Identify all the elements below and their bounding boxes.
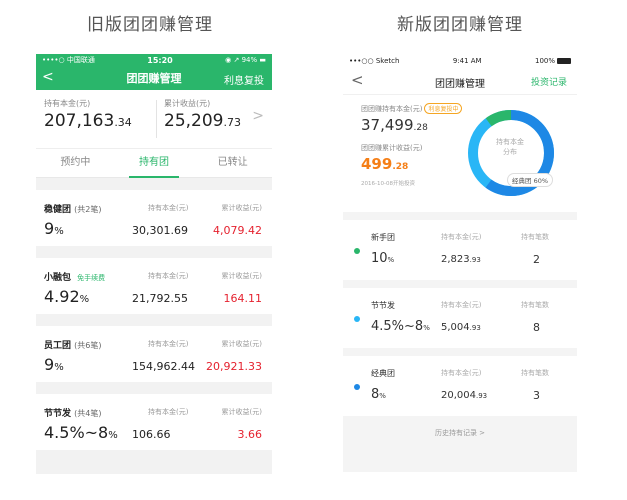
group-name: 节节发 (371, 301, 395, 310)
principal-value: 207,163.34 (44, 111, 132, 131)
donut-center-label: 持有本金 分布 (496, 138, 524, 156)
battery-icon (557, 58, 571, 64)
rate-value: 10% (371, 251, 395, 266)
new-phone-screen: •••○○ Sketch 9:41 AM 100% < 团团赚管理 投资记录 团… (343, 54, 577, 472)
holding-list: 稳健团 (共2笔) 持有本金(元) 累计收益(元) 9% 30,301.69 4,079.… (36, 190, 272, 450)
principal-header: 持有本金(元) (441, 301, 482, 309)
principal-value: 106.66 (132, 428, 171, 441)
principal-header: 持有本金(元) (441, 369, 482, 377)
status-bar: ••••○ 中国联通 15:20 ◉ ↗ 94% ▬ (36, 54, 272, 66)
income-value: 20,921.33 (206, 360, 262, 373)
battery-block: 100% (535, 57, 571, 65)
holding-card[interactable]: 员工团 (共6笔) 持有本金(元) 累计收益(元) 9% 154,962.44 20,92… (36, 326, 272, 382)
principal-value: 154,962.44 (132, 360, 195, 373)
fee-tag: 免手续费 (77, 274, 106, 282)
income-label: 团团赚累计收益(元) (361, 144, 423, 152)
time-text: 15:20 (147, 55, 173, 65)
new-version-title: 新版团团赚管理 (397, 15, 523, 35)
time-text: 9:41 AM (452, 57, 482, 65)
income-header: 累计收益(元) (221, 408, 262, 416)
history-records-link[interactable]: 历史持有记录 > (343, 416, 577, 456)
group-name: 员工团 (共6笔) (44, 341, 102, 351)
tab-bar: 预约中 持有团 已转让 (36, 148, 272, 178)
principal-value: 21,792.55 (132, 292, 188, 305)
count-value: 3 (533, 389, 540, 402)
rate-value: 4.5%~8% (371, 319, 430, 334)
group-name: 经典团 (371, 369, 395, 378)
rate-value: 4.5%~8% (44, 423, 118, 442)
count-value: 8 (533, 321, 540, 334)
series-dot-icon (354, 248, 360, 254)
principal-header: 持有本金(元) (148, 204, 189, 212)
principal-value: 2,823.93 (441, 254, 481, 265)
count-value: 2 (533, 253, 540, 266)
holding-card[interactable]: 稳健团 (共2笔) 持有本金(元) 累计收益(元) 9% 30,301.69 4,079.… (36, 190, 272, 246)
tab-item[interactable]: 已转让 (193, 149, 272, 177)
income-header: 累计收益(元) (221, 204, 262, 212)
holding-card[interactable]: 新手团 持有本金(元) 持有笔数 10% 2,823.93 2 (343, 220, 577, 280)
income-value: 4,079.42 (213, 224, 262, 237)
income-header: 累计收益(元) (221, 272, 262, 280)
old-phone-screen: ••••○ 中国联通 15:20 ◉ ↗ 94% ▬ < 团团赚管理 利息复投 … (36, 54, 272, 474)
principal-label: 团团赚持有本金(元) 利息复投中 (361, 103, 463, 114)
donut-tooltip: 经典团 60% (507, 173, 554, 187)
back-icon[interactable]: < (42, 69, 54, 85)
group-count: (共2笔) (74, 205, 102, 214)
principal-header: 持有本金(元) (148, 408, 189, 416)
holding-list: 新手团 持有本金(元) 持有笔数 10% 2,823.93 2 节节发 持有本金(元) 持有笔数… (343, 220, 577, 416)
tab-item[interactable]: 持有团 (115, 149, 194, 178)
principal-block: 持有本金(元) 207,163.34 (44, 98, 132, 131)
holding-card[interactable]: 节节发 (共4笔) 持有本金(元) 累计收益(元) 4.5%~8% 106.66 3.66 (36, 394, 272, 450)
principal-value: 20,004.93 (441, 390, 488, 401)
interest-reinvest-button[interactable]: 利息复投 (224, 72, 264, 87)
income-value: 25,209.73 (164, 111, 241, 131)
investment-records-link[interactable]: 投资记录 (531, 75, 567, 88)
principal-label: 持有本金(元) (44, 99, 91, 108)
divider (156, 100, 157, 138)
tab-item[interactable]: 预约中 (36, 149, 115, 177)
group-name: 稳健团 (共2笔) (44, 205, 102, 215)
rate-value: 8% (371, 387, 386, 402)
count-header: 持有笔数 (521, 369, 549, 377)
series-dot-icon (354, 316, 360, 322)
principal-value: 30,301.69 (132, 224, 188, 237)
principal-header: 持有本金(元) (148, 272, 189, 280)
rate-value: 9% (44, 355, 64, 374)
start-date-note: 2016-10-08开始投资 (361, 181, 415, 187)
summary-panel[interactable]: 持有本金(元) 207,163.34 累计收益(元) 25,209.73 > (36, 90, 272, 148)
group-name: 新手团 (371, 233, 395, 242)
reinvest-badge: 利息复投中 (424, 103, 463, 114)
group-count: (共4笔) (74, 409, 102, 418)
count-header: 持有笔数 (521, 301, 549, 309)
chevron-right-icon[interactable]: > (252, 108, 264, 124)
rate-value: 4.92% (44, 287, 90, 306)
holding-card[interactable]: 小融包 免手续费 持有本金(元) 累计收益(元) 4.92% 21,792.55 164.… (36, 258, 272, 314)
series-dot-icon (354, 384, 360, 390)
nav-bar: < 团团赚管理 投资记录 (343, 68, 577, 94)
income-value: 164.11 (223, 292, 263, 305)
group-name: 小融包 免手续费 (44, 273, 106, 283)
carrier-text: ••••○ 中国联通 (42, 56, 95, 64)
carrier-text: •••○○ Sketch (349, 57, 400, 65)
income-value: 499.28 (361, 155, 409, 173)
battery-text: ◉ ↗ 94% ▬ (225, 56, 266, 64)
group-name: 节节发 (共4笔) (44, 409, 102, 419)
old-version-title: 旧版团团赚管理 (87, 15, 213, 35)
income-header: 累计收益(元) (221, 340, 262, 348)
summary-panel: 团团赚持有本金(元) 利息复投中 37,499.28 团团赚累计收益(元) 499… (343, 94, 577, 212)
rate-value: 9% (44, 219, 64, 238)
income-value: 3.66 (237, 428, 263, 441)
nav-bar: < 团团赚管理 利息复投 (36, 66, 272, 90)
principal-value: 5,004.93 (441, 322, 481, 333)
income-block: 累计收益(元) 25,209.73 (164, 98, 241, 131)
principal-value: 37,499.28 (361, 116, 428, 134)
status-bar: •••○○ Sketch 9:41 AM 100% (343, 54, 577, 68)
holding-card[interactable]: 经典团 持有本金(元) 持有笔数 8% 20,004.93 3 (343, 356, 577, 416)
principal-header: 持有本金(元) (441, 233, 482, 241)
count-header: 持有笔数 (521, 233, 549, 241)
income-label: 累计收益(元) (164, 99, 211, 108)
holding-card[interactable]: 节节发 持有本金(元) 持有笔数 4.5%~8% 5,004.93 8 (343, 288, 577, 348)
principal-header: 持有本金(元) (148, 340, 189, 348)
group-count: (共6笔) (74, 341, 102, 350)
